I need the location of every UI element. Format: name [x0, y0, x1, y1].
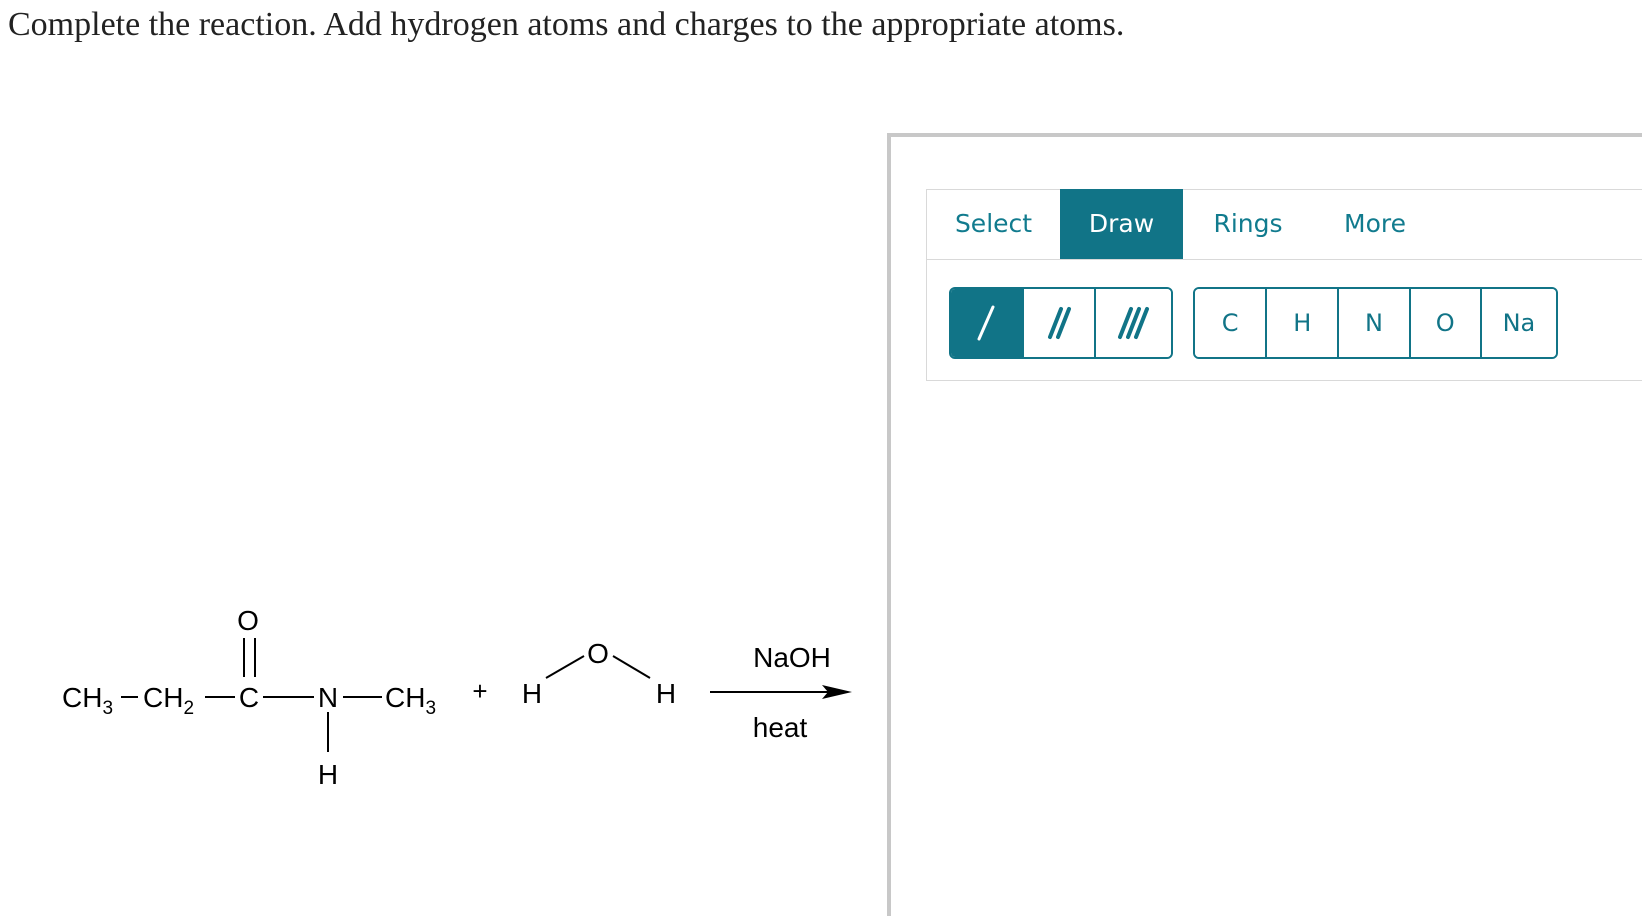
atom-button-o[interactable]: O	[1410, 289, 1482, 357]
bond-o-h-right	[612, 655, 651, 679]
water-hydrogen-right: H	[656, 678, 676, 709]
single-bond-button[interactable]	[951, 289, 1024, 357]
ethyl-ch2-label: CH2	[143, 682, 194, 719]
tab-draw[interactable]: Draw	[1060, 189, 1183, 259]
reaction-scheme: O CH3 CH2 C N CH3 H + H O H NaOH heat	[62, 605, 852, 790]
triple-bond-icon	[1117, 307, 1149, 339]
water-hydrogen-left: H	[522, 678, 542, 709]
tab-more[interactable]: More	[1313, 189, 1437, 259]
tab-select[interactable]: Select	[927, 189, 1060, 259]
atom-button-na[interactable]: Na	[1481, 289, 1556, 357]
drawing-toolbar: Select Draw Rings More C H N O Na	[926, 189, 1642, 381]
single-bond-icon	[977, 305, 995, 341]
atom-button-n[interactable]: N	[1339, 289, 1411, 357]
atom-tool-group: C H N O Na	[1193, 287, 1558, 359]
carbonyl-carbon: C	[239, 682, 259, 713]
carbonyl-oxygen: O	[237, 605, 259, 636]
water-oxygen: O	[587, 638, 609, 669]
toolbar-tabs: Select Draw Rings More	[927, 189, 1642, 260]
question-prompt: Complete the reaction. Add hydrogen atom…	[8, 6, 1125, 43]
atom-button-h[interactable]: H	[1267, 289, 1340, 357]
triple-bond-button[interactable]	[1096, 289, 1171, 357]
reagent-label: NaOH	[753, 642, 831, 673]
condition-label: heat	[753, 712, 808, 743]
double-bond-icon	[1048, 307, 1072, 339]
double-bond-button[interactable]	[1023, 289, 1097, 357]
ethyl-ch3-label: CH3	[62, 682, 113, 719]
bond-h-o-left	[545, 655, 585, 679]
n-methyl-label: CH3	[385, 682, 436, 719]
tab-rings[interactable]: Rings	[1183, 189, 1313, 259]
atom-button-c[interactable]: C	[1195, 289, 1268, 357]
amide-hydrogen: H	[318, 759, 338, 790]
bond-tool-group	[949, 287, 1173, 359]
amide-nitrogen: N	[318, 682, 338, 713]
plus-sign: +	[472, 676, 487, 706]
